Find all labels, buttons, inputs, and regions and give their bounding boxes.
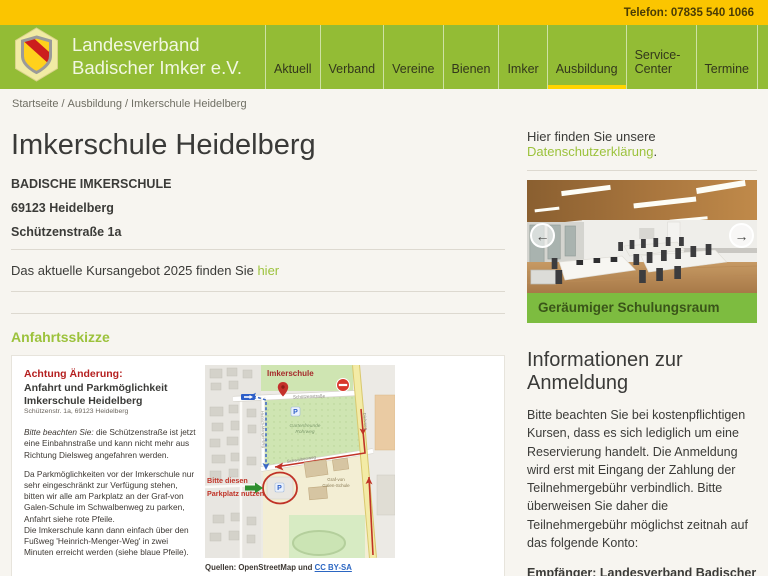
registration-intro: Bitte beachten Sie bei kostenpflichtigen…	[527, 408, 748, 550]
main-menu: Aktuell Verband Vereine Bienen Imker Aus…	[265, 25, 768, 89]
breadcrumb-separator: /	[124, 98, 129, 110]
directions-notice: Achtung Änderung: Anfahrt und Parkmöglic…	[24, 365, 196, 572]
breadcrumb-ausbildung[interactable]: Ausbildung	[68, 98, 122, 110]
phone-number: Telefon: 07835 540 1066	[623, 6, 754, 19]
svg-text:Parkplatz nutzen: Parkplatz nutzen	[207, 489, 264, 498]
privacy-link[interactable]: Datenschutzerklärung	[527, 144, 653, 159]
sidebar: Hier finden Sie unsere Datenschutzerklär…	[527, 116, 757, 576]
divider	[527, 170, 757, 171]
breadcrumb-current: Imkerschule Heidelberg	[131, 98, 247, 110]
notice-subtitle: Anfahrt und Parkmöglichkeit Imkerschule …	[24, 382, 168, 408]
breadcrumb: Startseite / Ausbildung / Imkerschule Heidel…	[0, 89, 768, 116]
directions-box: Achtung Änderung: Anfahrt und Parkmöglic…	[11, 355, 505, 576]
carousel-caption: Geräumiger Schulungsraum	[527, 293, 757, 323]
nav-item-imker[interactable]: Imker	[498, 25, 546, 89]
svg-text:Galen-Schule: Galen-Schule	[322, 483, 350, 488]
map-graphic: P P Imkerschule Schützenstraße Heinrich-…	[205, 365, 395, 558]
nav-item-aktuell[interactable]: Aktuell	[265, 25, 320, 89]
svg-text:P: P	[277, 485, 282, 492]
nav-item-vereine[interactable]: Vereine	[383, 25, 442, 89]
svg-text:Gartenfreunde: Gartenfreunde	[290, 423, 321, 429]
school-street: Schützenstraße 1a	[11, 225, 122, 239]
prev-arrow-icon: ←	[535, 227, 550, 244]
privacy-line: Hier finden Sie unsere Datenschutzerklär…	[527, 129, 658, 159]
notice-paragraph-1: Bitte beachten Sie: die Schützenstraße i…	[24, 427, 196, 460]
nav-item-verband[interactable]: Verband	[319, 25, 384, 89]
svg-text:Graf-von: Graf-von	[327, 477, 345, 482]
registration-recipient: Empfänger: Landesverband Badischer Imker…	[527, 566, 757, 576]
notice-address: Schützenstr. 1a, 69123 Heidelberg	[24, 408, 129, 416]
divider	[11, 249, 505, 250]
breadcrumb-separator: /	[61, 98, 65, 110]
course-offer-line: Das aktuelle Kursangebot 2025 finden Sie…	[11, 263, 280, 278]
notice-paragraph-3: Die Imkerschule kann dann einfach über d…	[24, 524, 189, 558]
carousel-prev-button[interactable]: ←	[530, 223, 555, 248]
image-carousel: ← → Geräumiger Schulungsraum	[527, 180, 757, 323]
course-offer-link[interactable]: hier	[257, 263, 279, 278]
classroom-photo	[527, 180, 757, 293]
map-sources: Quellen: OpenStreetMap und CC BY-SA	[205, 563, 352, 572]
directions-map: P P Imkerschule Schützenstraße Heinrich-…	[205, 365, 498, 572]
svg-text:P: P	[293, 409, 298, 416]
svg-text:Imkerschule: Imkerschule	[267, 369, 314, 378]
breadcrumb-home[interactable]: Startseite	[12, 98, 58, 110]
nav-item-termine[interactable]: Termine	[695, 25, 758, 89]
logo-hexagon-shield-icon	[12, 27, 61, 87]
divider	[11, 313, 505, 314]
carousel-next-button[interactable]: →	[729, 223, 754, 248]
registration-heading: Informationen zur Anmeldung	[527, 349, 683, 394]
content: Imkerschule Heidelberg BADISCHE IMKERSCH…	[0, 116, 768, 576]
main-column: Imkerschule Heidelberg BADISCHE IMKERSCH…	[11, 116, 505, 576]
page-title: Imkerschule Heidelberg	[11, 129, 316, 161]
nav-item-bienen[interactable]: Bienen	[442, 25, 499, 89]
divider	[11, 291, 505, 292]
school-city: 69123 Heidelberg	[11, 201, 114, 215]
brand[interactable]: Landesverband Badischer Imker e.V.	[0, 25, 265, 89]
svg-text:Bitte diesen: Bitte diesen	[207, 476, 248, 485]
nav-item-ausbildung[interactable]: Ausbildung	[546, 25, 626, 89]
main-navbar: Landesverband Badischer Imker e.V. Aktue…	[0, 25, 768, 89]
notice-title: Achtung Änderung:	[24, 368, 123, 380]
top-contact-bar: Telefon: 07835 540 1066	[0, 0, 768, 25]
directions-heading: Anfahrtsskizze	[11, 329, 110, 345]
next-arrow-icon: →	[734, 227, 749, 244]
brand-title: Landesverband Badischer Imker e.V.	[72, 34, 243, 78]
nav-item-service-center[interactable]: Service-Center	[625, 25, 696, 89]
cc-by-sa-link[interactable]: CC BY-SA	[315, 563, 352, 572]
svg-text:Rohrweg: Rohrweg	[295, 429, 315, 435]
school-name: BADISCHE IMKERSCHULE	[11, 177, 172, 191]
notice-paragraph-2: Da Parkmöglichkeiten vor der Imkerschule…	[24, 468, 195, 524]
